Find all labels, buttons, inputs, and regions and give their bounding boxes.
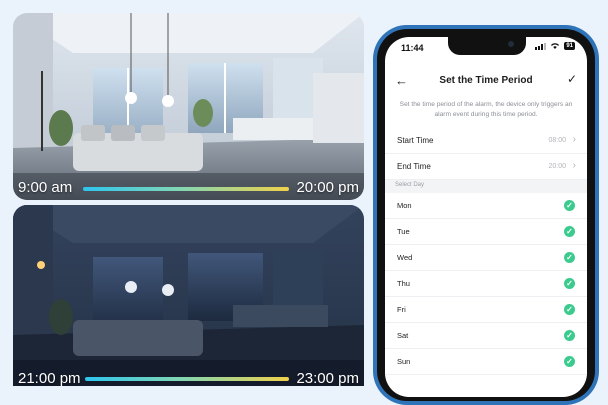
day-start-time: 9:00 am [18,179,73,196]
daytime-camera-view: 9:00 am 20:00 pm [13,13,364,200]
select-day-label: Select Day [395,182,425,188]
end-time-row[interactable]: End Time 20:00 › [385,154,587,180]
day-end-time: 20:00 pm [296,179,359,196]
daytime-room-image [13,13,364,200]
day-row-mon[interactable]: Mon ✓ [385,193,587,219]
confirm-check-icon[interactable]: ✓ [567,72,577,86]
signal-icon [535,42,547,50]
day-label: Sat [397,331,409,340]
nav-bar: ← Set the Time Period ✓ [385,71,587,91]
day-row-tue[interactable]: Tue ✓ [385,219,587,245]
battery-icon: 91 [564,42,575,50]
day-row-sat[interactable]: Sat ✓ [385,323,587,349]
end-time-value: 20:00 [548,163,566,170]
night-camera-view: 21:00 pm 23:00 pm [13,205,364,386]
day-label: Sun [397,357,411,366]
wifi-icon [551,43,560,49]
night-end-time: 23:00 pm [296,370,359,386]
checkmark-icon[interactable]: ✓ [564,304,575,315]
page-title: Set the Time Period [439,75,533,86]
start-time-value: 08:00 [548,137,566,144]
day-row-thu[interactable]: Thu ✓ [385,271,587,297]
day-row-wed[interactable]: Wed ✓ [385,245,587,271]
day-label: Mon [397,201,412,210]
start-time-row[interactable]: Start Time 08:00 › [385,128,587,154]
checkmark-icon[interactable]: ✓ [564,200,575,211]
chevron-right-icon: › [572,134,576,145]
checkmark-icon[interactable]: ✓ [564,330,575,341]
phone-bezel: 11:44 91 ← Set the Time Period ✓ Set the… [377,29,595,401]
camera-icon [508,41,514,47]
day-label: Wed [397,253,413,262]
checkmark-icon[interactable]: ✓ [564,278,575,289]
checkmark-icon[interactable]: ✓ [564,252,575,263]
end-time-label: End Time [397,162,431,171]
phone-screen: 11:44 91 ← Set the Time Period ✓ Set the… [385,37,587,397]
checkmark-icon[interactable]: ✓ [564,356,575,367]
phone-frame: 11:44 91 ← Set the Time Period ✓ Set the… [373,25,599,405]
status-time: 11:44 [401,43,424,53]
select-day-header: Select Day [385,180,587,193]
night-time-bar [85,377,289,381]
night-start-time: 21:00 pm [18,370,81,386]
day-row-sun[interactable]: Sun ✓ [385,349,587,375]
day-label: Fri [397,305,406,314]
phone-notch [448,37,526,55]
night-room-image [13,205,364,386]
day-label: Tue [397,227,410,236]
start-time-label: Start Time [397,136,434,145]
day-time-bar [83,187,289,191]
day-row-fri[interactable]: Fri ✓ [385,297,587,323]
status-icons: 91 [535,42,575,50]
chevron-right-icon: › [572,160,576,171]
description-text: Set the time period of the alarm, the de… [399,101,573,118]
day-label: Thu [397,279,410,288]
checkmark-icon[interactable]: ✓ [564,226,575,237]
